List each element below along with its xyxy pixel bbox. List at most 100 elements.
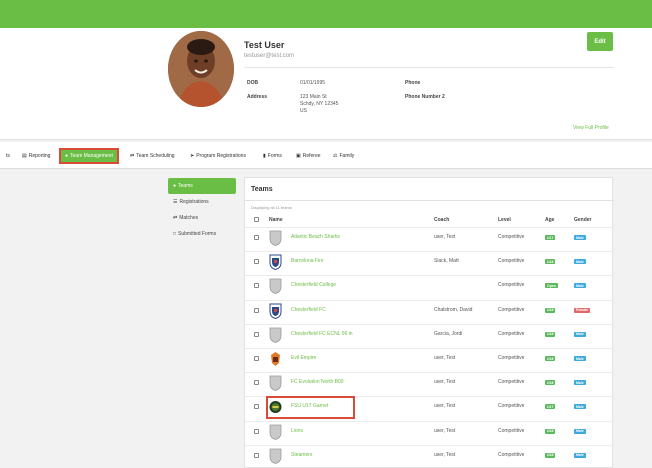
age-badge: U18 xyxy=(545,307,556,313)
swap-icon: ⇄ xyxy=(130,153,135,159)
team-name-link[interactable]: Atlantic Beach Sharks xyxy=(291,234,340,240)
panel-title: Teams xyxy=(251,186,273,193)
team-name-link[interactable]: Lions xyxy=(291,428,303,434)
address-line-2: Schdy, NY 12345 xyxy=(300,101,339,107)
sidebar-item-label: Matches xyxy=(179,215,199,221)
sidebar-item-submitted-forms[interactable]: □ Submitted Forms xyxy=(168,226,236,242)
table-row[interactable]: Chesterfield College Competitive Open Male xyxy=(245,275,614,299)
table-row[interactable]: FC Evolution North B09 user, Test Competit… xyxy=(245,372,614,396)
nav-item-team-scheduling[interactable]: ⇄ Team Scheduling xyxy=(130,150,175,162)
nav-item-reporting[interactable]: ▤ Reporting xyxy=(22,150,50,162)
team-logo-icon xyxy=(269,424,282,440)
row-checkbox[interactable] xyxy=(254,428,259,434)
address-line-3: US xyxy=(300,108,307,114)
gender-badge: Male xyxy=(574,259,586,265)
avatar xyxy=(168,31,234,107)
document-icon: ▤ xyxy=(22,153,27,159)
table-row[interactable]: Steamers user, Test Competitive U18 Male xyxy=(245,444,614,468)
view-full-profile-link[interactable]: View Full Profile xyxy=(573,125,609,131)
nav-item-label: Referee xyxy=(302,153,321,159)
coach-cell: Slack, Matt xyxy=(434,258,459,265)
nav-item-label: Reporting xyxy=(28,153,51,159)
level-cell: Competitive xyxy=(498,282,525,289)
sidebar-item-teams[interactable]: ● Teams xyxy=(168,178,236,194)
calendar-icon: ▣ xyxy=(296,153,301,159)
row-checkbox[interactable] xyxy=(254,307,259,313)
profile-header: Test User testuser@test.com Edit DOB 01/… xyxy=(0,28,652,140)
level-cell: Competitive xyxy=(498,427,525,434)
row-checkbox[interactable] xyxy=(254,356,259,361)
gender-badge: Male xyxy=(574,235,586,240)
team-name-link[interactable]: Steamers xyxy=(291,452,312,458)
level-cell: Competitive xyxy=(498,258,525,265)
team-name-link[interactable]: Chesterfield College xyxy=(291,282,336,288)
list-icon: ☰ xyxy=(173,199,178,205)
level-cell: Competitive xyxy=(498,451,525,458)
table-row[interactable]: Chesterfield FC Chalstrom, David Competiti… xyxy=(245,299,614,324)
coach-cell: user, Test xyxy=(434,403,456,410)
coach-cell: Chalstrom, David xyxy=(434,306,473,313)
column-header-gender[interactable]: Gender xyxy=(574,217,592,223)
age-badge: U17 xyxy=(545,235,556,240)
coach-cell: Garcia, Jordi xyxy=(434,330,463,337)
team-name-link[interactable]: Barcelona Fire xyxy=(291,258,324,264)
row-checkbox[interactable] xyxy=(254,404,259,410)
gender-badge: Male xyxy=(574,331,586,337)
user-email: testuser@test.com xyxy=(244,53,295,59)
team-name-link[interactable]: Chesterfield FC xyxy=(291,307,326,313)
team-name-link[interactable]: Chesterfield FC ECNL 06 in xyxy=(291,331,353,337)
team-logo-icon xyxy=(269,448,282,464)
coach-cell: user, Test xyxy=(434,451,456,458)
team-management-sidebar: ● Teams ☰ Registrations ⇄ Matches □ Subm… xyxy=(168,178,236,242)
select-all-checkbox[interactable] xyxy=(254,217,259,222)
teams-panel: Teams Displaying all 11 teams Name Coach… xyxy=(244,177,614,468)
address-label: Address xyxy=(247,94,268,100)
table-row[interactable]: Atlantic Beach Sharks user, Test Competiti… xyxy=(245,227,614,251)
nav-item-referee[interactable]: ▣ Referee xyxy=(296,150,321,162)
sidebar-item-label: Teams xyxy=(178,183,193,189)
sidebar-item-matches[interactable]: ⇄ Matches xyxy=(168,210,236,226)
dob-label: DOB xyxy=(247,80,259,86)
table-row[interactable]: Chesterfield FC ECNL 06 in Garcia, Jordi C… xyxy=(245,323,614,348)
nav-item-label: Team Scheduling xyxy=(136,153,175,159)
top-bar xyxy=(0,0,652,28)
gender-badge: Male xyxy=(574,356,586,361)
row-checkbox[interactable] xyxy=(254,380,259,386)
column-header-coach[interactable]: Coach xyxy=(434,217,449,223)
send-icon: ➤ xyxy=(190,153,195,159)
column-header-name[interactable]: Name xyxy=(269,217,283,223)
team-logo-icon xyxy=(269,375,282,392)
nav-item-family[interactable]: ⚖ Family xyxy=(333,150,354,162)
sidebar-item-label: Registrations xyxy=(179,199,209,205)
coach-cell: user, Test xyxy=(434,355,456,361)
table-row[interactable]: Evil Empire user, Test Competitive U18 Male xyxy=(245,348,614,372)
team-logo-icon xyxy=(269,230,282,246)
nav-item-team-management[interactable]: ● Team Management xyxy=(59,148,119,164)
team-name-link[interactable]: Evil Empire xyxy=(291,355,316,361)
row-checkbox[interactable] xyxy=(254,283,259,289)
gender-badge: Female xyxy=(574,307,591,313)
nav-item-program-registrations[interactable]: ➤ Program Registrations xyxy=(190,150,246,162)
row-checkbox[interactable] xyxy=(254,235,259,240)
table-row[interactable]: Barcelona Fire Slack, Matt Competitive U18 M… xyxy=(245,251,614,275)
phone2-label: Phone Number 2 xyxy=(405,94,445,100)
table-row[interactable]: Lions user, Test Competitive U18 Male xyxy=(245,420,614,445)
coach-cell: user, Test xyxy=(434,379,456,386)
divider xyxy=(244,67,614,68)
level-cell: Competitive xyxy=(498,330,525,337)
column-header-age[interactable]: Age xyxy=(545,217,554,223)
column-header-level[interactable]: Level xyxy=(498,217,511,223)
team-name-link[interactable]: FC Evolution North B09 xyxy=(291,379,344,385)
nav-item-truncated[interactable]: ts xyxy=(6,150,10,162)
row-checkbox[interactable] xyxy=(254,259,259,265)
age-badge: U17 xyxy=(545,404,556,410)
coach-cell: user, Test xyxy=(434,234,456,240)
nav-item-forms[interactable]: ▮ Forms xyxy=(263,150,282,162)
row-checkbox[interactable] xyxy=(254,452,259,458)
edit-button[interactable]: Edit xyxy=(587,32,613,51)
age-badge: U18 xyxy=(545,331,556,337)
level-cell: Competitive xyxy=(498,379,525,386)
row-checkbox[interactable] xyxy=(254,331,259,337)
sidebar-item-registrations[interactable]: ☰ Registrations xyxy=(168,194,236,210)
age-badge: U18 xyxy=(545,428,556,434)
